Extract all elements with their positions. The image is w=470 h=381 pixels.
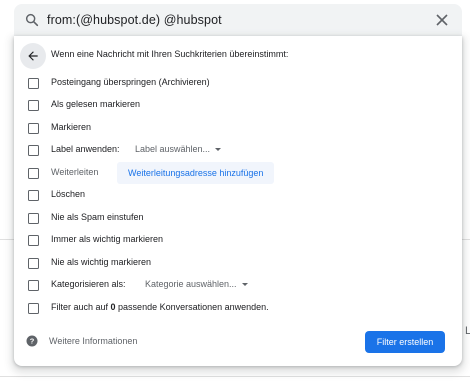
caret-down-icon — [215, 148, 222, 152]
filter-panel: Wenn eine Nachricht mit Ihren Suchkriter… — [14, 36, 462, 366]
apply-existing-checkbox[interactable] — [28, 303, 39, 314]
never-important-checkbox[interactable] — [28, 258, 39, 269]
background-divider-bottom — [0, 376, 470, 377]
apply-label-checkbox[interactable] — [28, 145, 39, 156]
forward-label: Weiterleiten — [51, 167, 99, 177]
back-button[interactable] — [20, 43, 46, 69]
search-bar[interactable]: from:(@hubspot.de) @hubspot — [14, 4, 462, 36]
mark-read-checkbox[interactable] — [28, 100, 39, 111]
category-select-value: Kategorie auswählen... — [145, 279, 237, 289]
add-forwarding-address-button[interactable]: Weiterleitungsadresse hinzufügen — [117, 162, 275, 184]
help-icon[interactable]: ? — [26, 335, 38, 347]
star-checkbox[interactable] — [28, 123, 39, 134]
option-apply-existing: Filter auch auf 0 passende Konversatione… — [28, 301, 448, 315]
mark-read-label: Als gelesen markieren — [51, 99, 141, 109]
svg-text:?: ? — [30, 337, 35, 346]
skip-inbox-label: Posteingang überspringen (Archivieren) — [51, 77, 210, 87]
option-star: Markieren — [28, 121, 448, 135]
option-delete: Löschen — [28, 188, 448, 202]
background-divider-right — [462, 239, 470, 240]
criteria-header: Wenn eine Nachricht mit Ihren Suchkriter… — [51, 49, 289, 59]
option-categorize: Kategorisieren als: Kategorie auswählen.… — [28, 278, 448, 292]
categorize-checkbox[interactable] — [28, 280, 39, 291]
apply-existing-suffix: passende Konversationen anwenden. — [115, 302, 269, 312]
label-select-value: Label auswählen... — [135, 144, 211, 154]
never-spam-checkbox[interactable] — [28, 213, 39, 224]
option-always-important: Immer als wichtig markieren — [28, 233, 448, 247]
caret-down-icon — [241, 283, 248, 287]
always-important-label: Immer als wichtig markieren — [51, 234, 164, 244]
close-icon[interactable] — [436, 14, 448, 26]
apply-existing-prefix: Filter auch auf — [51, 302, 111, 312]
option-mark-read: Als gelesen markieren — [28, 98, 448, 112]
categorize-label: Kategorisieren als: — [51, 279, 126, 289]
search-icon[interactable] — [24, 12, 40, 28]
category-select-dropdown[interactable]: Kategorie auswählen... — [145, 279, 248, 289]
arrow-back-icon — [28, 51, 38, 61]
apply-existing-label: Filter auch auf 0 passende Konversatione… — [51, 302, 269, 312]
delete-label: Löschen — [51, 189, 86, 199]
never-important-label: Nie als wichtig markieren — [51, 257, 152, 267]
background-divider-left — [0, 239, 14, 240]
more-info-link[interactable]: Weitere Informationen — [49, 336, 137, 346]
never-spam-label: Nie als Spam einstufen — [51, 212, 144, 222]
option-forward: Weiterleiten Weiterleitungsadresse hinzu… — [28, 162, 448, 184]
forward-checkbox[interactable] — [28, 168, 39, 179]
star-label: Markieren — [51, 122, 92, 132]
always-important-checkbox[interactable] — [28, 235, 39, 246]
label-select-dropdown[interactable]: Label auswählen... — [135, 144, 222, 154]
apply-label-label: Label anwenden: — [51, 144, 120, 154]
option-apply-label: Label anwenden: Label auswählen... — [28, 143, 448, 157]
create-filter-button[interactable]: Filter erstellen — [365, 331, 445, 353]
option-never-important: Nie als wichtig markieren — [28, 256, 448, 270]
option-skip-inbox: Posteingang überspringen (Archivieren) — [28, 76, 448, 90]
search-query[interactable]: from:(@hubspot.de) @hubspot — [47, 13, 222, 27]
delete-checkbox[interactable] — [28, 190, 39, 201]
option-never-spam: Nie als Spam einstufen — [28, 211, 448, 225]
skip-inbox-checkbox[interactable] — [28, 78, 39, 89]
background-text-fragment: L — [465, 325, 470, 337]
